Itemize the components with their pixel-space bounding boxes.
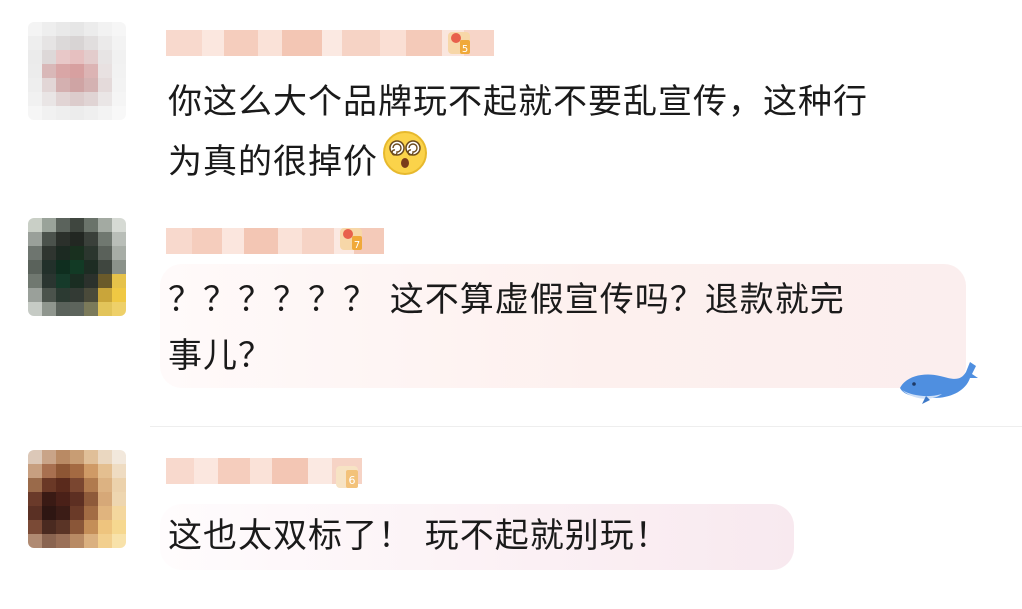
whale-icon [896, 352, 980, 412]
comment-text: ？？？？？？ 这不算虚假宣传吗？退款就完 事儿？ [168, 272, 845, 384]
svg-text:5: 5 [462, 44, 468, 55]
comment-text-line: ？？？？？？ 这不算虚假宣传吗？退款就完 [168, 280, 845, 320]
svg-text:7: 7 [354, 240, 360, 251]
comment-text: 这也太双标了！ 玩不起就别玩！ [168, 508, 670, 564]
divider [150, 426, 1022, 427]
avatar[interactable] [28, 218, 126, 316]
level-badge-icon: 6 [334, 462, 360, 490]
comment-text-line: 你这么大个品牌玩不起就不要乱宣传，这种行 [168, 82, 868, 122]
comment-text-fragment: 为真的很掉价 [168, 141, 378, 182]
nickname[interactable] [166, 30, 494, 56]
comment-text-line: 为真的很掉价 [168, 130, 868, 193]
comment-text-line: 这也太双标了！ 玩不起就别玩！ [168, 516, 670, 556]
avatar[interactable] [28, 22, 126, 120]
dizzy-face-emoji-icon [382, 130, 428, 193]
avatar[interactable] [28, 450, 126, 548]
svg-text:6: 6 [349, 474, 356, 487]
level-badge-icon: 5 [446, 28, 472, 56]
level-badge-icon: 7 [338, 224, 364, 252]
nickname[interactable] [166, 458, 362, 484]
comment-text-line: 事儿？ [168, 336, 273, 376]
comment-text: 你这么大个品牌玩不起就不要乱宣传，这种行 为真的很掉价 [168, 74, 868, 193]
